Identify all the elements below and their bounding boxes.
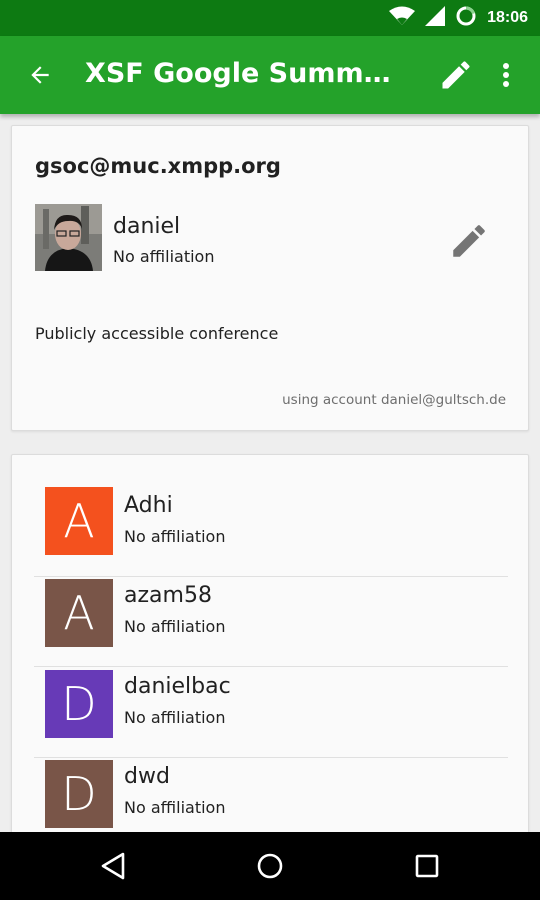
wifi-icon [389,6,416,30]
overflow-menu-button[interactable] [486,53,526,97]
member-affiliation: No affiliation [124,527,226,546]
member-affiliation: No affiliation [124,617,226,636]
edit-nickname-button[interactable] [444,216,494,266]
avatar: D [45,670,113,738]
member-name: dwd [124,764,170,789]
member-affiliation: No affiliation [124,708,226,727]
arrow-back-icon [31,66,49,84]
nav-home-button[interactable] [250,846,290,886]
member-name: azam58 [124,583,212,608]
member-affiliation: No affiliation [124,798,226,817]
member-row[interactable]: A azam58 No affiliation [34,577,508,667]
account-note: using account daniel@gultsch.de [282,392,506,408]
status-time: 18:06 [487,9,528,26]
own-affiliation: No affiliation [113,247,215,266]
pencil-icon [442,61,470,89]
battery-charging-icon [455,5,477,31]
navigation-bar [0,832,540,900]
conference-info-card: gsoc@muc.xmpp.org daniel No affiliation … [11,125,529,431]
page-title: XSF Google Summer of… [85,58,405,89]
members-card: A Adhi No affiliation A azam58 No affili… [11,454,529,854]
nav-back-button[interactable] [93,846,133,886]
status-icons: 18:06 [389,0,528,36]
conference-address: gsoc@muc.xmpp.org [35,154,281,178]
edit-conference-button[interactable] [434,53,478,97]
nav-recents-button[interactable] [407,846,447,886]
member-row[interactable]: D danielbac No affiliation [34,668,508,758]
more-vert-icon [503,63,509,87]
own-nickname: daniel [113,214,181,239]
home-circle-icon [257,853,283,879]
app-bar: XSF Google Summer of… [0,36,540,114]
avatar [35,204,102,271]
avatar: D [45,760,113,828]
member-name: Adhi [124,493,173,518]
pencil-icon [453,225,485,257]
back-button[interactable] [18,53,62,97]
conference-description: Publicly accessible conference [35,324,279,343]
divider [34,666,508,667]
member-row[interactable]: A Adhi No affiliation [34,487,508,577]
back-triangle-icon [101,852,125,880]
member-name: danielbac [124,674,231,699]
avatar: A [45,487,113,555]
recents-square-icon [415,854,439,878]
avatar: A [45,579,113,647]
signal-icon [425,6,446,30]
status-bar: 18:06 [0,0,540,36]
